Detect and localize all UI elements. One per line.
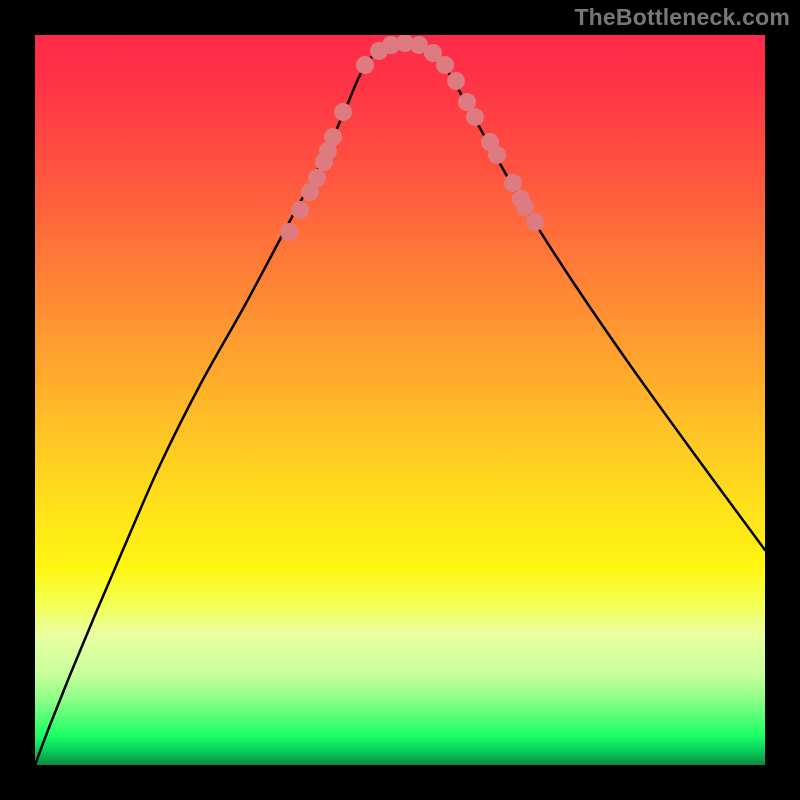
marker-dot xyxy=(356,56,374,74)
marker-dot xyxy=(436,56,454,74)
marker-dot xyxy=(324,128,342,146)
curve-svg xyxy=(35,35,765,765)
watermark-text: TheBottleneck.com xyxy=(574,4,790,31)
bottleneck-curve xyxy=(35,40,765,765)
marker-dot xyxy=(466,108,484,126)
marker-dots xyxy=(280,35,544,241)
marker-dot xyxy=(308,169,326,187)
marker-dot xyxy=(526,213,544,231)
marker-dot xyxy=(516,198,534,216)
marker-dot xyxy=(334,103,352,121)
plot-area xyxy=(35,35,765,765)
marker-dot xyxy=(280,223,298,241)
chart-frame: TheBottleneck.com xyxy=(0,0,800,800)
marker-dot xyxy=(504,174,522,192)
marker-dot xyxy=(291,201,309,219)
marker-dot xyxy=(447,72,465,90)
marker-dot xyxy=(488,146,506,164)
